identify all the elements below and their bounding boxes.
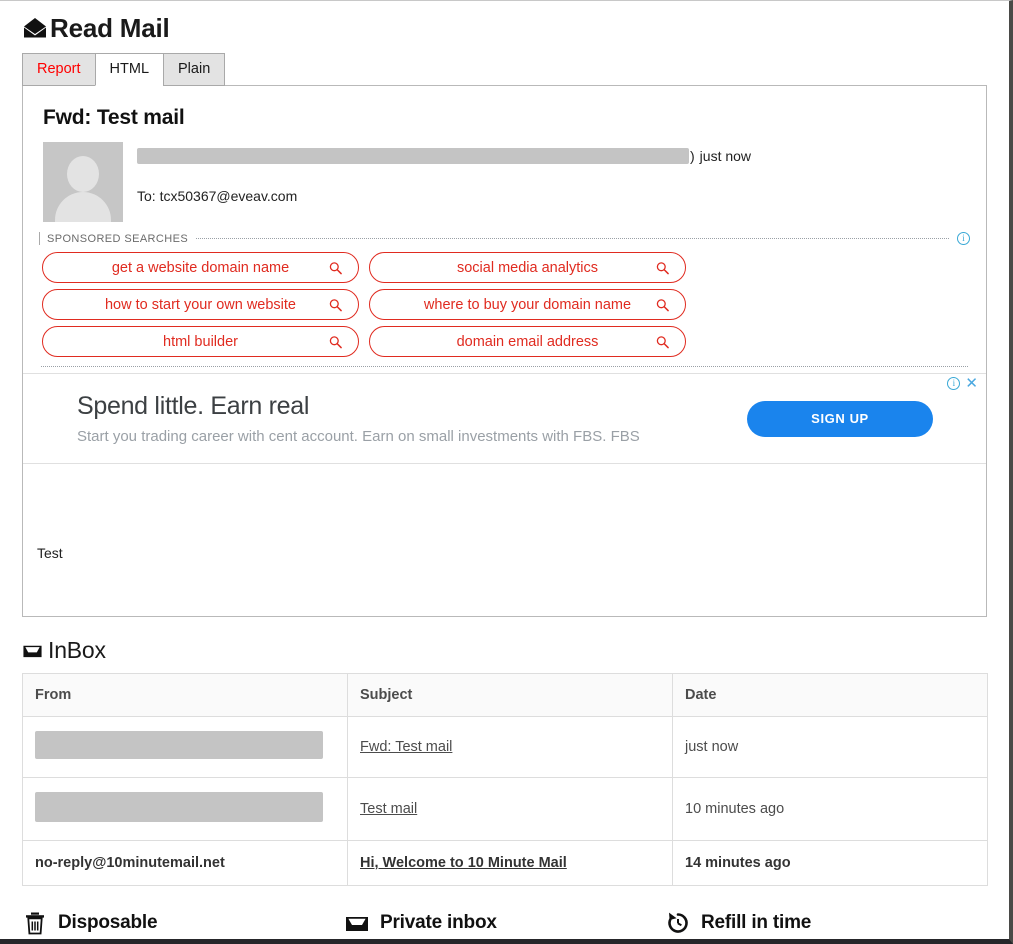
search-icon bbox=[329, 261, 342, 274]
ad-subtitle: Start you trading career with cent accou… bbox=[77, 428, 640, 445]
sponsored-dotted-rule bbox=[196, 238, 949, 239]
history-clock-icon bbox=[665, 910, 691, 936]
table-row[interactable]: no-reply@10minutemail.net Hi, Welcome to… bbox=[22, 840, 988, 886]
mail-sender-row: ) just now To: tcx50367@eveav.com bbox=[43, 142, 986, 222]
page-title: Read Mail bbox=[50, 13, 170, 43]
column-header-date: Date bbox=[672, 673, 988, 717]
sponsored-chip-list: get a website domain name social media a… bbox=[35, 245, 974, 366]
feature-disposable: Disposable All mailboxes are disposed, o… bbox=[22, 910, 344, 939]
view-tabs: Report HTML Plain bbox=[22, 53, 1009, 86]
cell-from: no-reply@10minutemail.net bbox=[22, 840, 348, 886]
search-icon bbox=[656, 298, 669, 311]
feature-title: Refill in time bbox=[701, 912, 812, 933]
features-section: Disposable All mailboxes are disposed, o… bbox=[0, 910, 1009, 939]
cell-date: 14 minutes ago bbox=[672, 840, 988, 886]
mail-subject: Fwd: Test mail bbox=[43, 106, 185, 129]
cell-date: just now bbox=[672, 716, 988, 778]
feature-refill-in-time: Refill in time You can extend the time w… bbox=[665, 910, 987, 939]
feature-title: Disposable bbox=[58, 912, 158, 933]
banner-ad: i ✕ Spend little. Earn real Start you tr… bbox=[23, 373, 986, 464]
column-header-from: From bbox=[22, 673, 348, 717]
info-circle-icon[interactable]: i bbox=[947, 377, 961, 390]
sponsored-chip-label: domain email address bbox=[456, 333, 599, 350]
sender-redacted bbox=[35, 792, 323, 822]
inbox-header: InBox bbox=[22, 637, 1009, 663]
avatar-body-shape bbox=[55, 192, 111, 222]
mail-body-text: Test bbox=[37, 545, 63, 561]
sponsored-label: SPONSORED SEARCHES bbox=[47, 232, 189, 245]
feature-head: Refill in time bbox=[665, 910, 971, 936]
search-icon bbox=[656, 335, 669, 348]
column-header-subject: Subject bbox=[347, 673, 673, 717]
table-row[interactable]: Fwd: Test mail just now bbox=[22, 716, 988, 778]
subject-link[interactable]: Test mail bbox=[360, 801, 417, 817]
sponsored-chip[interactable]: social media analytics bbox=[369, 252, 686, 283]
open-envelope-icon bbox=[22, 15, 48, 41]
tab-plain[interactable]: Plain bbox=[163, 53, 226, 86]
search-icon bbox=[329, 298, 342, 311]
info-circle-icon[interactable]: i bbox=[957, 232, 970, 245]
sponsored-header: SPONSORED SEARCHES i bbox=[35, 232, 974, 245]
sponsored-chip-label: where to buy your domain name bbox=[423, 296, 632, 313]
sponsored-chip-label: html builder bbox=[163, 333, 238, 350]
table-header-row: From Subject Date bbox=[22, 673, 988, 717]
mail-body: Test bbox=[23, 464, 986, 616]
page-root: Read Mail Report HTML Plain Fwd: Test ma… bbox=[0, 0, 1013, 944]
inbox-title: InBox bbox=[48, 637, 106, 663]
sponsored-chip[interactable]: get a website domain name bbox=[42, 252, 359, 283]
sponsored-chip[interactable]: how to start your own website bbox=[42, 289, 359, 320]
search-icon bbox=[329, 335, 342, 348]
ad-controls: i ✕ bbox=[947, 376, 978, 391]
sender-paren: ) bbox=[690, 148, 695, 164]
sponsored-chip-label: how to start your own website bbox=[104, 296, 296, 313]
mail-panel: Fwd: Test mail ) just now To: tcx50367@e… bbox=[22, 85, 987, 617]
sender-name-redacted bbox=[137, 148, 689, 164]
feature-head: Disposable bbox=[22, 910, 328, 936]
trash-icon bbox=[22, 910, 48, 936]
feature-private-inbox: Private inbox We do not provide custom m… bbox=[344, 910, 665, 939]
sponsored-chip[interactable]: where to buy your domain name bbox=[369, 289, 686, 320]
page-header: Read Mail bbox=[0, 1, 1009, 47]
sponsored-searches: SPONSORED SEARCHES i get a website domai… bbox=[33, 232, 976, 367]
sponsored-chip-label: social media analytics bbox=[456, 259, 599, 276]
mail-time: just now bbox=[699, 148, 752, 164]
cell-from bbox=[22, 777, 348, 841]
feature-head: Private inbox bbox=[344, 910, 649, 936]
sponsored-left-rule bbox=[39, 232, 40, 245]
sender-info: ) just now To: tcx50367@eveav.com bbox=[137, 142, 751, 204]
subject-link[interactable]: Fwd: Test mail bbox=[360, 739, 452, 755]
cell-subject: Fwd: Test mail bbox=[347, 716, 673, 778]
ad-title: Spend little. Earn real bbox=[77, 392, 310, 420]
table-row[interactable]: Test mail 10 minutes ago bbox=[22, 777, 988, 841]
inbox-table: From Subject Date Fwd: Test mail just no… bbox=[22, 673, 988, 886]
sponsored-bottom-rule bbox=[41, 366, 968, 367]
mail-recipient: To: tcx50367@eveav.com bbox=[137, 188, 298, 204]
avatar bbox=[43, 142, 123, 222]
tab-html[interactable]: HTML bbox=[94, 53, 165, 86]
inbox-tray-icon bbox=[22, 640, 43, 661]
cell-subject: Hi, Welcome to 10 Minute Mail bbox=[347, 840, 673, 886]
sponsored-chip-label: get a website domain name bbox=[111, 259, 290, 276]
feature-title: Private inbox bbox=[380, 912, 497, 933]
cell-subject: Test mail bbox=[347, 777, 673, 841]
sponsored-chip[interactable]: html builder bbox=[42, 326, 359, 357]
avatar-head-shape bbox=[67, 156, 99, 192]
cell-date: 10 minutes ago bbox=[672, 777, 988, 841]
ad-signup-button[interactable]: SIGN UP bbox=[747, 400, 933, 437]
sender-line: ) just now bbox=[137, 146, 751, 166]
search-icon bbox=[656, 261, 669, 274]
sponsored-chip[interactable]: domain email address bbox=[369, 326, 686, 357]
sender-redacted bbox=[35, 731, 323, 759]
cell-from bbox=[22, 716, 348, 778]
subject-link[interactable]: Hi, Welcome to 10 Minute Mail bbox=[360, 855, 567, 871]
close-icon[interactable]: ✕ bbox=[965, 376, 978, 391]
tab-report[interactable]: Report bbox=[22, 53, 96, 86]
inbox-tray-icon bbox=[344, 910, 370, 936]
ad-text: Spend little. Earn real Start you tradin… bbox=[77, 391, 747, 446]
